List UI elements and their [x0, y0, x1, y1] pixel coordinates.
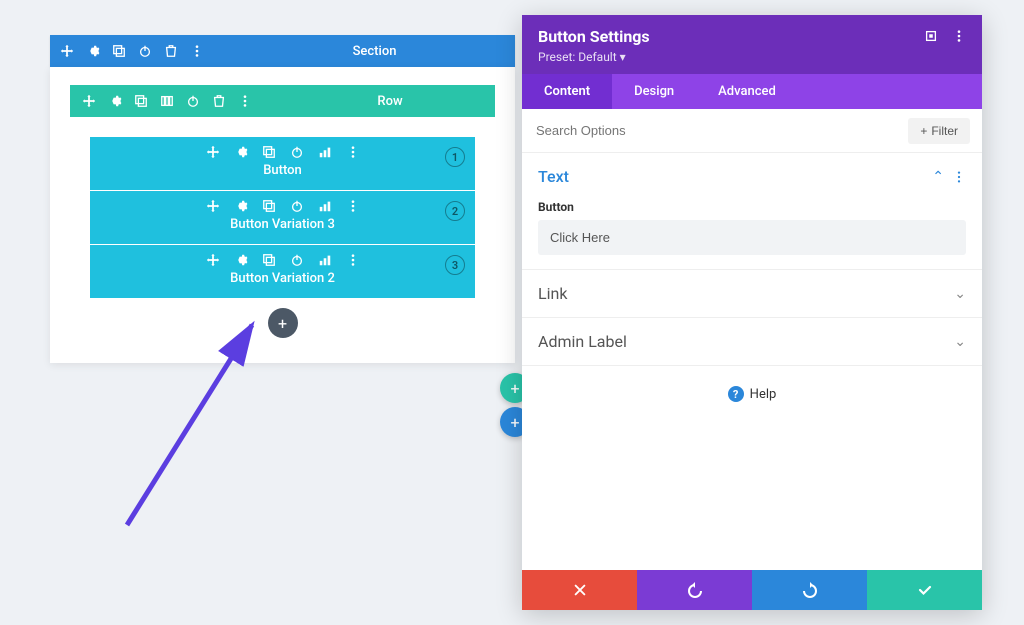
module-button[interactable]: Button 1 [90, 137, 475, 190]
more-icon[interactable] [346, 199, 360, 213]
button-text-input[interactable] [538, 220, 966, 255]
more-icon[interactable] [190, 44, 204, 58]
panel-header: Button Settings Preset: Default ▾ [522, 15, 982, 74]
move-icon[interactable] [206, 145, 220, 159]
tab-design[interactable]: Design [612, 74, 696, 109]
duplicate-icon[interactable] [262, 145, 276, 159]
stats-icon[interactable] [318, 145, 332, 159]
power-icon[interactable] [138, 44, 152, 58]
help-link[interactable]: ? Help [522, 366, 982, 422]
search-input[interactable] [534, 109, 908, 152]
chevron-down-icon: ⌄ [954, 286, 966, 302]
cancel-button[interactable] [522, 570, 637, 610]
module-number-badge: 1 [445, 147, 465, 167]
button-field-label: Button [538, 200, 966, 214]
help-icon: ? [728, 386, 744, 402]
save-button[interactable] [867, 570, 982, 610]
row-label: Row [252, 94, 483, 109]
chevron-down-icon: ⌄ [954, 334, 966, 350]
module-button[interactable]: Button Variation 3 2 [90, 191, 475, 244]
power-icon[interactable] [186, 94, 200, 108]
gear-icon[interactable] [234, 145, 248, 159]
more-icon[interactable] [238, 94, 252, 108]
move-icon[interactable] [206, 199, 220, 213]
section-link: Link ⌄ [522, 270, 982, 318]
settings-panel: Button Settings Preset: Default ▾ Conten… [522, 15, 982, 610]
section-text-header[interactable]: Text ⌃ [538, 167, 966, 186]
gear-icon[interactable] [86, 44, 100, 58]
more-icon[interactable] [952, 170, 966, 184]
chevron-up-icon: ⌃ [932, 169, 944, 185]
redo-button[interactable] [752, 570, 867, 610]
more-icon[interactable] [952, 29, 966, 43]
move-icon[interactable] [60, 44, 74, 58]
row-container: Button 1 Button Variation 3 2 [70, 117, 495, 348]
tab-content[interactable]: Content [522, 74, 612, 109]
panel-tabs: Content Design Advanced [522, 74, 982, 109]
more-icon[interactable] [346, 145, 360, 159]
power-icon[interactable] [290, 199, 304, 213]
more-icon[interactable] [346, 253, 360, 267]
columns-icon[interactable] [160, 94, 174, 108]
power-icon[interactable] [290, 253, 304, 267]
builder-area: Row Button 1 Button Var [50, 67, 515, 363]
module-label: Button Variation 3 [90, 217, 475, 232]
stats-icon[interactable] [318, 253, 332, 267]
trash-icon[interactable] [212, 94, 226, 108]
move-icon[interactable] [82, 94, 96, 108]
duplicate-icon[interactable] [262, 253, 276, 267]
gear-icon[interactable] [234, 253, 248, 267]
search-row: +Filter [522, 109, 982, 153]
expand-icon[interactable] [924, 29, 938, 43]
panel-title: Button Settings [538, 27, 924, 46]
duplicate-icon[interactable] [262, 199, 276, 213]
filter-button[interactable]: +Filter [908, 118, 970, 144]
module-number-badge: 3 [445, 255, 465, 275]
duplicate-icon[interactable] [112, 44, 126, 58]
undo-button[interactable] [637, 570, 752, 610]
duplicate-icon[interactable] [134, 94, 148, 108]
row-toolbar: Row [70, 85, 495, 117]
module-label: Button [90, 163, 475, 178]
section-link-header[interactable]: Link ⌄ [538, 284, 966, 303]
trash-icon[interactable] [164, 44, 178, 58]
module-label: Button Variation 2 [90, 271, 475, 286]
move-icon[interactable] [206, 253, 220, 267]
preset-selector[interactable]: Preset: Default ▾ [538, 50, 924, 64]
gear-icon[interactable] [108, 94, 122, 108]
tab-advanced[interactable]: Advanced [696, 74, 798, 109]
chevron-down-icon: ▾ [620, 50, 626, 64]
stats-icon[interactable] [318, 199, 332, 213]
module-number-badge: 2 [445, 201, 465, 221]
section-text: Text ⌃ Button [522, 153, 982, 270]
module-button[interactable]: Button Variation 2 3 [90, 245, 475, 298]
power-icon[interactable] [290, 145, 304, 159]
gear-icon[interactable] [234, 199, 248, 213]
add-module-button[interactable]: + [268, 308, 298, 338]
section-toolbar: Section [50, 35, 515, 67]
panel-footer [522, 570, 982, 610]
section-admin-label: Admin Label ⌄ [522, 318, 982, 366]
section-admin-header[interactable]: Admin Label ⌄ [538, 332, 966, 351]
section-label: Section [204, 44, 505, 59]
